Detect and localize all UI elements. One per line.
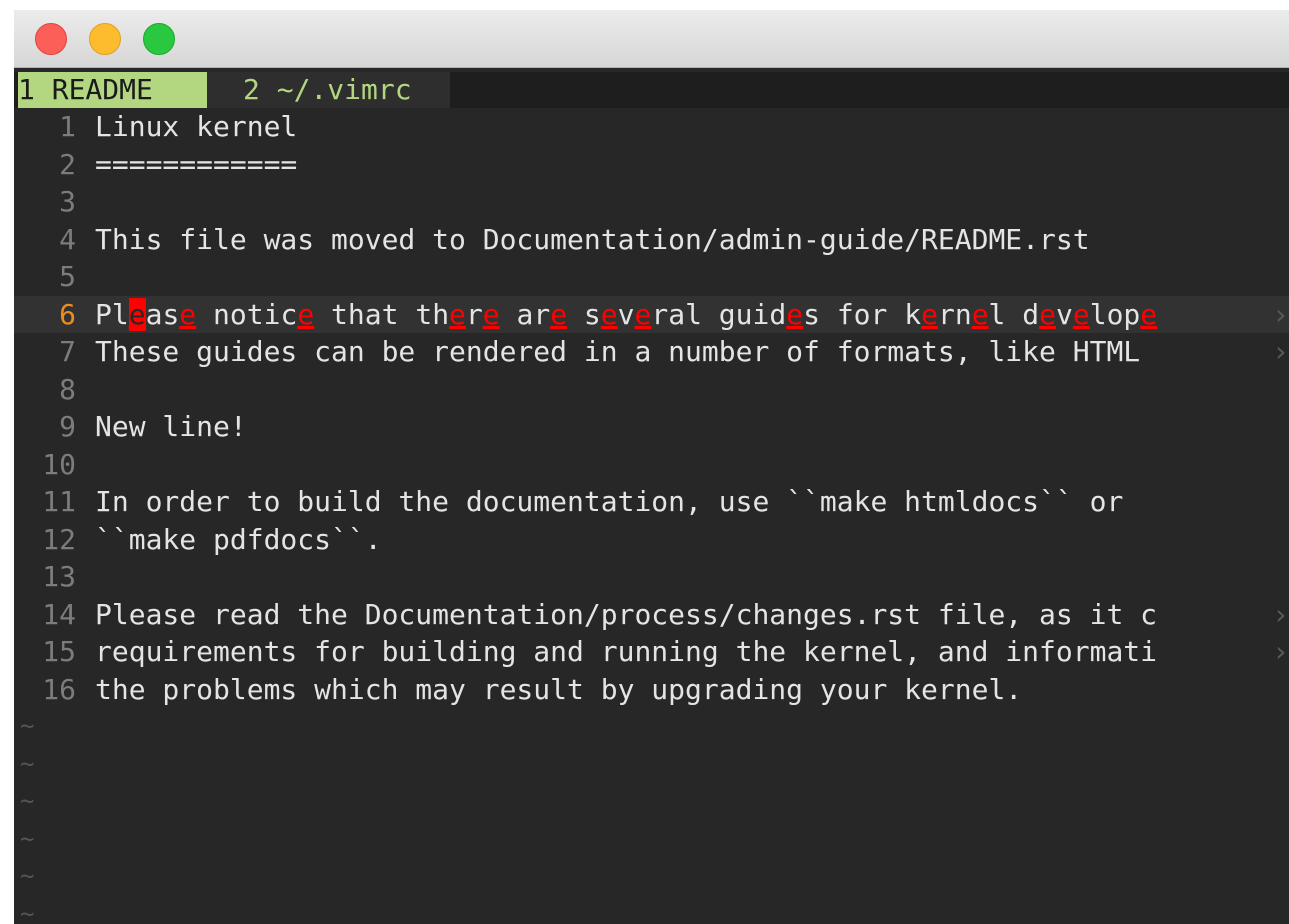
- editor-line[interactable]: 11 In order to build the documentation, u…: [14, 483, 1289, 521]
- line-text: This file was moved to Documentation/adm…: [95, 222, 1090, 256]
- editor-line[interactable]: 1 Linux kernel: [14, 108, 1289, 146]
- zoom-window-button[interactable]: [143, 23, 175, 55]
- editor-line[interactable]: 2 ============: [14, 146, 1289, 184]
- editor-line[interactable]: 3: [14, 183, 1289, 221]
- editor-buffer[interactable]: 1 Linux kernel 2 ============ 3 4 This file wa…: [14, 108, 1289, 924]
- editor-line[interactable]: 5: [14, 258, 1289, 296]
- line-overflow-marker: ›: [1272, 297, 1289, 331]
- editor-line[interactable]: 16 the problems which may result by upgra…: [14, 671, 1289, 709]
- search-match: e: [449, 297, 466, 331]
- cursor-search-match: e: [128, 297, 146, 331]
- close-window-button[interactable]: [35, 23, 67, 55]
- line-text: ============: [95, 147, 298, 181]
- search-match: e: [1039, 297, 1056, 331]
- tab-vimrc-label: 2 ~/.vimrc: [243, 73, 412, 106]
- line-number: 8: [59, 372, 76, 406]
- empty-line-marker: ~: [20, 712, 35, 740]
- line-number: 2: [59, 147, 76, 181]
- empty-line-marker: ~: [20, 899, 35, 924]
- line-overflow-marker: ›: [1272, 635, 1289, 668]
- line-text: Please notice that there are several gui…: [95, 297, 1158, 331]
- line-number: 4: [59, 222, 76, 256]
- search-match: e: [921, 297, 938, 331]
- editor-line[interactable]: 7 These guides can be rendered in a numbe…: [14, 333, 1289, 371]
- tab-vimrc[interactable]: 2 ~/.vimrc: [207, 72, 450, 108]
- editor-line[interactable]: 9 New line!: [14, 408, 1289, 446]
- editor-line[interactable]: 4 This file was moved to Documentation/ad…: [14, 221, 1289, 259]
- search-match: e: [786, 297, 804, 331]
- line-text: New line!: [95, 410, 247, 443]
- editor-line[interactable]: 6 Please notice that there are several gu…: [14, 295, 1289, 333]
- empty-line-marker: ~: [20, 749, 35, 778]
- empty-line-marker: ~: [20, 824, 35, 853]
- editor-line[interactable]: 14 Please read the Documentation/process/…: [14, 596, 1289, 634]
- line-overflow-marker: ›: [1272, 597, 1289, 631]
- search-match: e: [297, 297, 315, 331]
- line-number: 5: [59, 260, 76, 293]
- search-match: e: [971, 297, 989, 331]
- editor-line[interactable]: 12 ``make pdfdocs``.: [14, 521, 1289, 559]
- editor-line[interactable]: 10: [14, 446, 1289, 484]
- search-match: e: [600, 297, 618, 331]
- line-number: 6: [59, 297, 76, 331]
- line-number: 14: [42, 597, 76, 631]
- search-match: e: [634, 297, 652, 331]
- vim-tabline: 1 README 2 ~/.vimrc: [14, 72, 1289, 108]
- line-number: 3: [59, 185, 76, 218]
- window-titlebar[interactable]: [14, 10, 1289, 68]
- minimize-window-button[interactable]: [89, 23, 121, 55]
- line-text: Please read the Documentation/process/ch…: [95, 597, 1158, 631]
- line-number: 1: [59, 110, 76, 143]
- line-number: 16: [42, 672, 76, 706]
- line-number: 12: [42, 522, 76, 556]
- search-match: e: [482, 297, 500, 331]
- search-match: e: [1140, 297, 1158, 331]
- line-text: In order to build the documentation, use…: [95, 485, 1124, 518]
- terminal-window: 1 README 2 ~/.vimrc 1 Linux kernel 2 ======…: [14, 10, 1289, 924]
- line-number: 15: [42, 635, 76, 668]
- line-number: 9: [59, 410, 76, 443]
- line-number: 13: [42, 560, 76, 593]
- line-text: These guides can be rendered in a number…: [95, 335, 1158, 368]
- search-match: e: [550, 297, 568, 331]
- line-text: requirements for building and running th…: [95, 635, 1158, 668]
- tab-readme[interactable]: 1 README: [18, 72, 207, 108]
- line-overflow-marker: ›: [1272, 335, 1289, 368]
- line-text: Linux kernel: [95, 110, 298, 143]
- line-number: 10: [42, 447, 76, 481]
- editor-line[interactable]: 15 requirements for building and running …: [14, 633, 1289, 671]
- editor-line[interactable]: 13: [14, 558, 1289, 596]
- line-text: ``make pdfdocs``.: [95, 522, 382, 556]
- empty-line-marker: ~: [20, 787, 35, 815]
- line-number: 7: [59, 335, 76, 368]
- line-text: the problems which may result by upgradi…: [95, 672, 1023, 706]
- search-match: e: [179, 297, 197, 331]
- search-match: e: [1072, 297, 1090, 331]
- line-number: 11: [42, 485, 76, 518]
- editor-line[interactable]: 8: [14, 371, 1289, 409]
- empty-line-marker: ~: [20, 862, 35, 890]
